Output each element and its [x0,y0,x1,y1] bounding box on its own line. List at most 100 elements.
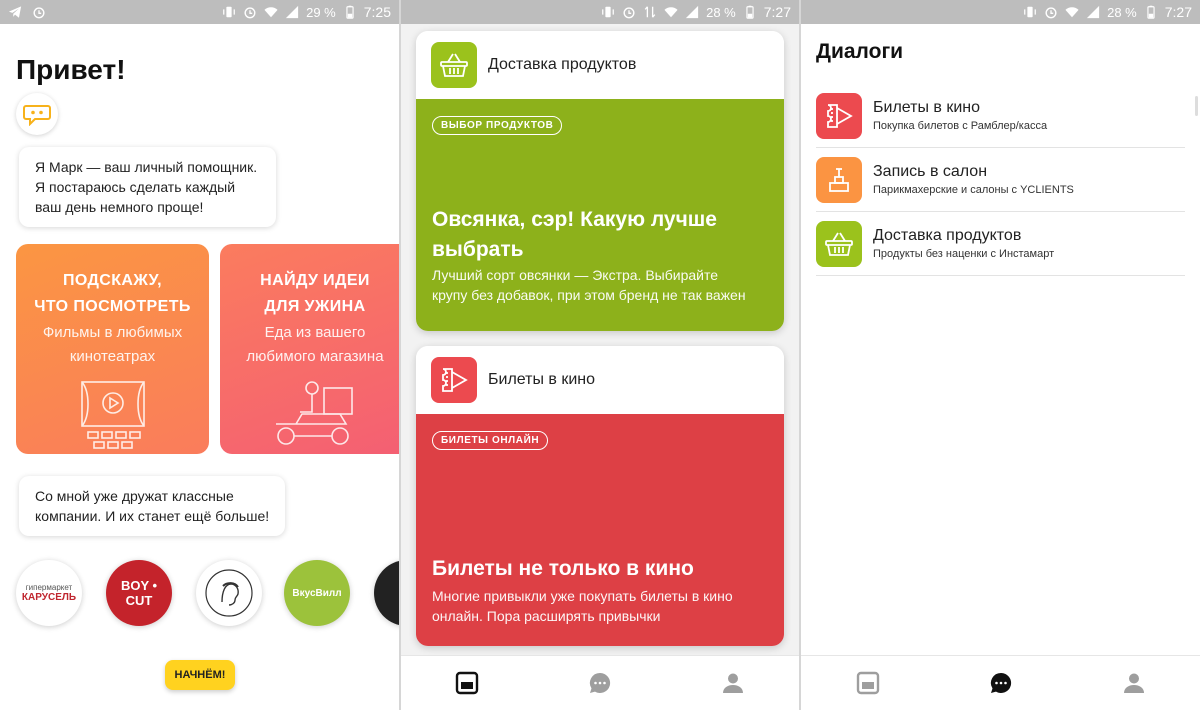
delivery-scooter-icon [276,381,353,445]
welcome-screen: 29 % 7:25 Привет! Я Марк — ваш личный по… [0,0,399,710]
page-title: Диалоги [816,40,904,63]
ticket-icon [431,357,477,403]
salon-icon [816,156,862,203]
vibrate-icon [222,5,236,19]
dialog-item-tickets[interactable]: Билеты в кино Покупка билетов с Рамблер/… [816,84,1185,148]
battery-icon [343,5,357,19]
scroll-indicator [1195,96,1198,116]
card-service-name: Билеты в кино [488,371,596,388]
card-header: Доставка продуктов [416,31,784,99]
greeting-title: Привет! [16,54,126,85]
partner-logo-karusel: гипермаркет КАРУСЕЛЬ [16,560,82,626]
dialog-item-groceries[interactable]: Доставка продуктов Продукты без наценки … [816,212,1185,276]
dialog-list: Билеты в кино Покупка билетов с Рамблер/… [816,84,1185,276]
profile-icon [722,673,743,693]
status-bar: 29 % 7:25 [0,0,399,24]
bottom-navigation [401,655,799,710]
battery-percent: 28 % [1107,4,1137,20]
clock: 7:27 [1164,4,1192,20]
assistant-bot-icon [23,105,51,126]
status-bar: 28 % 7:27 [401,0,799,24]
promo-card-dinner[interactable]: НАЙДУ ИДЕИ ДЛЯ УЖИНА Еда из вашего любим… [220,244,399,454]
assistant-avatar [16,93,58,135]
partner-logo-partial: TO [374,560,399,626]
basket-icon [816,220,862,267]
wifi-icon [664,5,678,19]
vibrate-icon [601,5,615,19]
nav-profile-button[interactable] [713,663,753,703]
assistant-intro-message: Я Марк — ваш личный помощник. Я постараю… [19,147,276,227]
alarm-icon [622,5,636,19]
partners-message: Со мной уже дружат классные компании. И … [19,476,285,536]
feed-icon [856,671,879,695]
partner-logo-vkusvill: ВкусВилл [284,560,350,626]
card-text: Многие привыкли уже покупать билеты в ки… [432,588,733,624]
signal-icon [685,5,699,19]
battery-percent: 28 % [706,4,736,20]
nav-profile-button[interactable] [1114,663,1154,703]
dialog-item-salon[interactable]: Запись в салон Парикмахерские и салоны с… [816,148,1185,212]
cinema-screen-icon [80,381,145,449]
signal-icon [285,5,299,19]
card-category-chip: ВЫБОР ПРОДУКТОВ [432,116,563,135]
alarm-icon [32,5,46,19]
wifi-icon [264,5,278,19]
start-button[interactable]: НАЧНЁМ! [165,660,235,690]
chat-icon [990,672,1011,693]
nav-chat-button[interactable] [981,663,1021,703]
dialog-name: Билеты в кино [873,99,981,116]
partner-logo-boycut: BOY • CUT [106,560,172,626]
card-title: Билеты не только в кино [432,557,694,580]
wifi-icon [1065,5,1079,19]
nav-chat-button[interactable] [580,663,620,703]
nav-feed-button[interactable] [848,663,888,703]
partner-logo-karusel-line2: КАРУСЕЛЬ [21,592,77,603]
clock: 7:25 [363,4,391,20]
battery-icon [1144,5,1158,19]
card-service-name: Доставка продуктов [488,56,637,73]
chat-icon [589,672,611,693]
partner-logo-barber [196,560,262,626]
partner-logo-karusel-line1: гипермаркет [25,583,73,592]
dialog-subtitle: Парикмахерские и салоны с YCLIENTS [873,184,1074,196]
dialog-name: Доставка продуктов [873,227,1022,244]
card-header: Билеты в кино [416,346,784,414]
dialog-subtitle: Покупка билетов с Рамблер/касса [873,120,1048,132]
promo-subtitle-line1: Еда из вашего [264,324,366,341]
screens: 29 % 7:25 Привет! Я Марк — ваш личный по… [0,0,1200,710]
promo-title-line2: ЧТО ПОСМОТРЕТЬ [34,298,191,315]
battery-icon [743,5,757,19]
card-text: Лучший сорт овсянки — Экстра. Выбирайте … [432,267,746,303]
card-body: БИЛЕТЫ ОНЛАЙН Билеты не только в кино Мн… [416,414,784,646]
signal-icon [1086,5,1100,19]
battery-percent: 29 % [306,4,336,20]
alarm-icon [1044,5,1058,19]
dialog-name: Запись в салон [873,163,988,180]
alarm-icon [243,5,257,19]
profile-icon [1123,673,1144,693]
promo-title-line1: НАЙДУ ИДЕИ [260,272,370,289]
data-transfer-icon [643,5,657,19]
card-body: ВЫБОР ПРОДУКТОВ Овсянка, сэр! Какую лучш… [416,99,784,331]
card-category-chip: БИЛЕТЫ ОНЛАЙН [432,431,549,450]
feed-card-groceries[interactable]: Доставка продуктов ВЫБОР ПРОДУКТОВ Овсян… [416,31,784,331]
ticket-icon [816,92,862,139]
basket-icon [431,42,477,88]
feed-icon [456,671,479,695]
promo-title-line2: ДЛЯ УЖИНА [264,298,366,315]
promo-title-line1: ПОДСКАЖУ, [62,272,163,289]
promo-card-movies[interactable]: ПОДСКАЖУ, ЧТО ПОСМОТРЕТЬ Фильмы в любимы… [16,244,209,454]
nav-feed-button[interactable] [447,663,487,703]
barber-portrait-icon [205,569,253,617]
promo-subtitle-line1: Фильмы в любимых [42,324,183,341]
vibrate-icon [1023,5,1037,19]
promo-subtitle-line2: любимого магазина [246,348,384,365]
clock: 7:27 [763,4,791,20]
status-bar: 28 % 7:27 [801,0,1200,24]
feed-screen: 28 % 7:27 Доставка продуктов ВЫБОР ПРОДУ… [401,0,799,710]
telegram-icon [8,5,22,19]
bottom-navigation [801,655,1200,710]
dialogs-screen: 28 % 7:27 Диалоги Билеты в кино Покупка … [801,0,1200,710]
promo-subtitle-line2: кинотеатрах [69,348,156,365]
feed-card-tickets[interactable]: Билеты в кино БИЛЕТЫ ОНЛАЙН Билеты не то… [416,346,784,646]
